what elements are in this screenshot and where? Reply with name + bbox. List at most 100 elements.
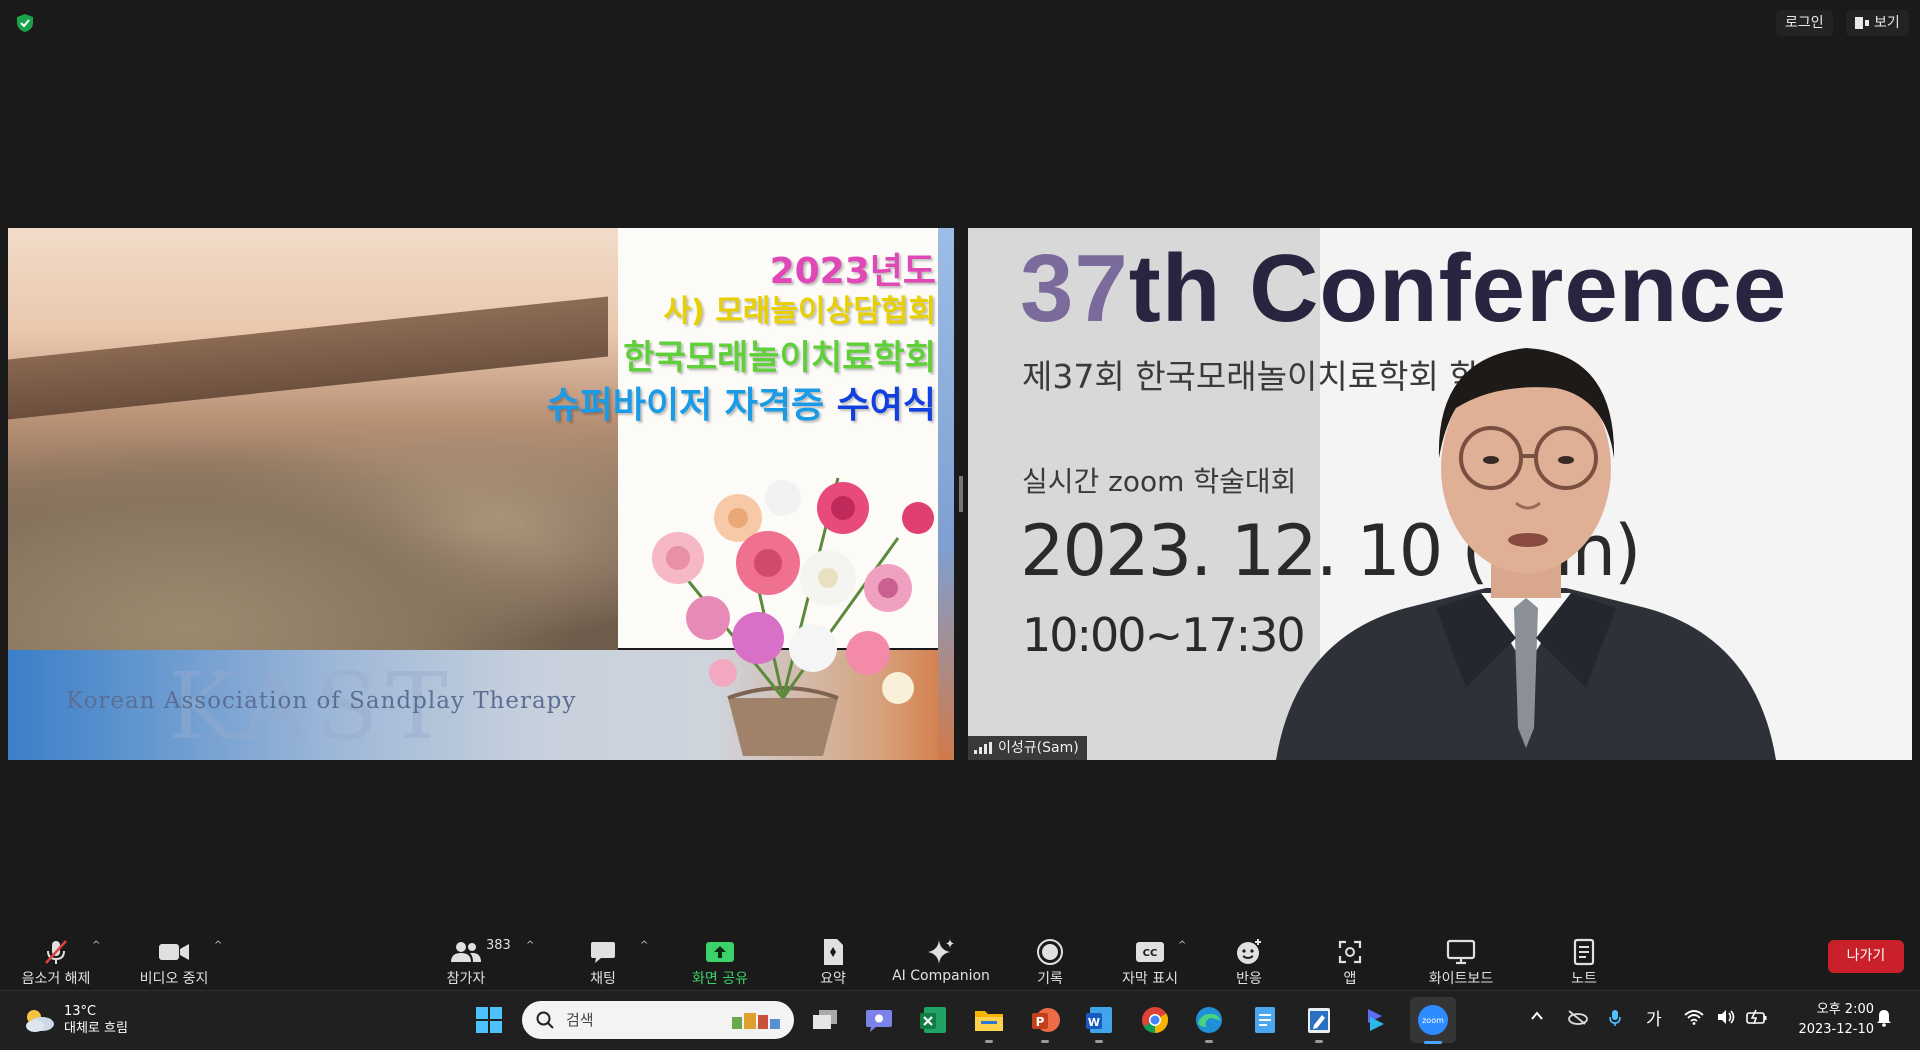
search-icon bbox=[536, 1011, 554, 1029]
slide-ceremony-part1: 슈퍼바이저 자격증 bbox=[546, 385, 837, 426]
taskbar-clock[interactable]: 오후 2:00 2023-12-10 bbox=[1784, 1000, 1874, 1040]
weather-temperature: 13°C bbox=[64, 1004, 97, 1019]
svg-text:zoom: zoom bbox=[1422, 1016, 1444, 1025]
captions-label: 자막 표시 bbox=[1122, 971, 1178, 987]
reactions-button[interactable]: 반응 bbox=[1224, 936, 1274, 996]
login-button[interactable]: 로그인 bbox=[1776, 10, 1833, 36]
summary-button[interactable]: 요약 bbox=[808, 936, 858, 996]
notes-button[interactable]: 노트 bbox=[1564, 936, 1604, 996]
share-screen-button[interactable]: 화면 공유 bbox=[684, 936, 756, 996]
chrome-icon bbox=[1142, 1007, 1169, 1034]
summary-label: 요약 bbox=[820, 971, 846, 987]
taskbar-copilot-app[interactable] bbox=[1358, 1003, 1392, 1037]
security-shield-icon[interactable] bbox=[14, 12, 36, 34]
svg-text:W: W bbox=[1088, 1016, 1100, 1029]
whiteboard-button[interactable]: 화이트보드 bbox=[1418, 936, 1504, 996]
chat-bubble-icon bbox=[591, 942, 615, 963]
flower-bouquet-image bbox=[652, 477, 934, 756]
apps-label: 앱 bbox=[1343, 971, 1357, 987]
tile-resize-handle[interactable] bbox=[959, 476, 963, 512]
word-icon: W bbox=[1086, 1007, 1112, 1033]
notes-icon bbox=[1573, 938, 1595, 966]
participants-count: 383 bbox=[486, 938, 511, 953]
edge-browser-icon bbox=[1196, 1007, 1222, 1033]
teams-chat-icon bbox=[866, 1010, 892, 1032]
taskbar-chrome-app[interactable] bbox=[1138, 1003, 1172, 1037]
clock-time: 오후 2:00 bbox=[1816, 1002, 1874, 1017]
taskbar-excel-app[interactable] bbox=[916, 1003, 950, 1037]
unmute-button[interactable]: 음소거 해제 bbox=[14, 936, 98, 996]
participants-options-caret-icon[interactable]: ^ bbox=[526, 940, 534, 951]
volume-icon[interactable] bbox=[1716, 1009, 1736, 1029]
apps-icon bbox=[1338, 940, 1362, 964]
stop-video-label: 비디오 중지 bbox=[139, 971, 209, 987]
chat-options-caret-icon[interactable]: ^ bbox=[640, 940, 648, 951]
copilot-icon bbox=[1368, 1009, 1384, 1031]
notepad-icon bbox=[1255, 1007, 1275, 1033]
apps-button[interactable]: 앱 bbox=[1330, 936, 1370, 996]
taskbar-file-explorer[interactable] bbox=[972, 1003, 1006, 1043]
running-indicator bbox=[1315, 1040, 1323, 1043]
connection-signal-icon bbox=[974, 742, 992, 754]
taskbar-chat-app[interactable] bbox=[862, 1003, 896, 1037]
captions-options-caret-icon[interactable]: ^ bbox=[1178, 940, 1186, 951]
running-indicator bbox=[1095, 1040, 1103, 1043]
windows-taskbar: 13°C 대체로 흐림 검색 P W zoom 가 오후 2:00 2023-1… bbox=[0, 990, 1920, 1050]
task-view-button[interactable] bbox=[808, 1003, 842, 1037]
whiteboard-icon bbox=[1446, 939, 1476, 965]
running-indicator bbox=[1205, 1040, 1213, 1043]
excel-icon bbox=[920, 1007, 946, 1033]
captions-button[interactable]: CC 자막 표시 bbox=[1114, 936, 1186, 996]
start-button[interactable] bbox=[472, 1003, 506, 1037]
closed-captions-icon: CC bbox=[1136, 942, 1164, 962]
shared-screen-tile[interactable]: KAST Korean Association of Sandplay Ther… bbox=[8, 228, 954, 760]
taskbar-zoom-app[interactable]: zoom bbox=[1416, 1003, 1450, 1037]
stop-video-button[interactable]: 비디오 중지 bbox=[130, 936, 218, 996]
kast-subtitle: Korean Association of Sandplay Therapy bbox=[66, 688, 577, 714]
taskbar-word-app[interactable]: W bbox=[1082, 1003, 1116, 1043]
battery-charging-icon[interactable] bbox=[1746, 1009, 1768, 1029]
view-button[interactable]: 보기 bbox=[1846, 10, 1909, 36]
meeting-top-bar: 로그인 보기 bbox=[0, 0, 1920, 46]
record-label: 기록 bbox=[1037, 971, 1063, 987]
windows-logo-icon bbox=[476, 1007, 502, 1033]
leave-meeting-button[interactable]: 나가기 bbox=[1828, 940, 1904, 973]
reactions-label: 반응 bbox=[1236, 971, 1262, 987]
svg-text:P: P bbox=[1036, 1015, 1045, 1029]
ai-companion-button[interactable]: AI Companion bbox=[888, 936, 994, 996]
taskbar-search-box[interactable]: 검색 bbox=[522, 1001, 794, 1039]
notification-bell-icon[interactable] bbox=[1876, 1009, 1892, 1031]
chat-label: 채팅 bbox=[590, 971, 616, 987]
record-button[interactable]: 기록 bbox=[1030, 936, 1070, 996]
search-highlight-illustration-icon bbox=[732, 1013, 780, 1029]
audio-options-caret-icon[interactable]: ^ bbox=[92, 940, 100, 951]
unmute-label: 음소거 해제 bbox=[21, 971, 91, 987]
chat-button[interactable]: 채팅 bbox=[578, 936, 628, 996]
taskbar-edge-app[interactable] bbox=[1192, 1003, 1226, 1043]
ai-companion-label: AI Companion bbox=[892, 968, 990, 984]
meeting-controls-bar: 음소거 해제 ^ 비디오 중지 ^ 참가자 383 ^ 채팅 ^ 화면 공유 요… bbox=[0, 918, 1920, 990]
powerpoint-icon: P bbox=[1032, 1008, 1060, 1032]
slide-ceremony-part2: 수여식 bbox=[836, 385, 936, 426]
weather-widget[interactable]: 13°C 대체로 흐림 bbox=[22, 1003, 128, 1037]
wifi-icon[interactable] bbox=[1684, 1009, 1704, 1029]
reaction-emoji-icon bbox=[1237, 939, 1261, 964]
taskbar-powerpoint-app[interactable]: P bbox=[1028, 1003, 1062, 1043]
whiteboard-label: 화이트보드 bbox=[1428, 971, 1494, 987]
tray-overflow-chevron-icon[interactable] bbox=[1530, 1009, 1544, 1027]
active-app-indicator bbox=[1424, 1041, 1442, 1044]
running-indicator bbox=[985, 1040, 993, 1043]
svg-text:CC: CC bbox=[1143, 948, 1158, 959]
running-indicator bbox=[1041, 1040, 1049, 1043]
taskbar-notepad-app[interactable] bbox=[1248, 1003, 1282, 1037]
onedrive-offline-icon[interactable] bbox=[1566, 1009, 1588, 1029]
ime-indicator[interactable]: 가 bbox=[1646, 1005, 1662, 1030]
taskbar-sticky-app[interactable] bbox=[1302, 1003, 1336, 1043]
notes-label: 노트 bbox=[1571, 971, 1597, 987]
view-layout-icon bbox=[1855, 17, 1869, 29]
microphone-tray-icon[interactable] bbox=[1608, 1009, 1622, 1031]
participant-video-tile[interactable]: 37th Conference 제37회 한국모래놀이치료학회 학술대회 실시간… bbox=[968, 228, 1912, 760]
participants-icon bbox=[451, 942, 481, 962]
video-options-caret-icon[interactable]: ^ bbox=[214, 940, 222, 951]
participant-name-tag: 이성규(Sam) bbox=[968, 736, 1087, 760]
